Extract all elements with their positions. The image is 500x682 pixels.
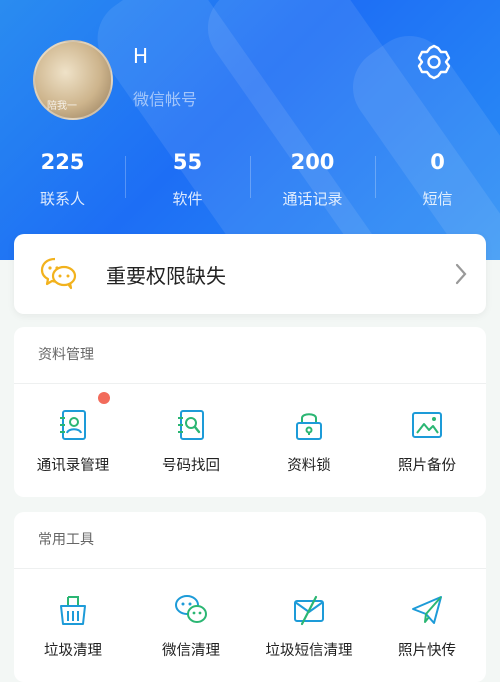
wechat-clean-button[interactable]: 微信清理 <box>132 569 250 660</box>
item-label: 垃圾短信清理 <box>265 643 353 659</box>
stat-apps[interactable]: 55 软件 <box>125 148 250 218</box>
stat-value: 200 <box>290 150 335 174</box>
contact-book-icon <box>60 410 86 440</box>
item-label: 照片备份 <box>398 458 456 474</box>
stat-label: 短信 <box>422 190 453 208</box>
lock-icon <box>296 413 322 440</box>
avatar[interactable]: 陪我一 <box>33 40 113 120</box>
photo-backup-button[interactable]: 照片备份 <box>368 384 486 475</box>
stat-label: 软件 <box>172 190 203 208</box>
number-search-icon <box>178 410 204 440</box>
section-title: 资料管理 <box>14 327 486 384</box>
profile-header: 陪我一 H 微信帐号 225 联系人 55 软件 200 通话记录 0 短信 <box>0 0 500 260</box>
permission-title: 重要权限缺失 <box>106 264 226 288</box>
photo-transfer-button[interactable]: 照片快传 <box>368 569 486 660</box>
paper-plane-icon <box>412 596 442 624</box>
item-label: 通讯录管理 <box>36 458 110 474</box>
number-recovery-button[interactable]: 号码找回 <box>132 384 250 475</box>
stat-sms[interactable]: 0 短信 <box>375 148 500 218</box>
wechat-icon <box>175 595 207 623</box>
data-management-card: 资料管理 通讯录管理 号码找回 资料锁 照片备份 <box>14 327 486 497</box>
chat-warning-icon <box>40 257 77 290</box>
permission-banner[interactable]: 重要权限缺失 <box>14 234 486 314</box>
photo-icon <box>412 412 442 438</box>
username: H <box>133 44 149 68</box>
tools-card: 常用工具 垃圾清理 微信清理 垃圾短信清理 照片快传 <box>14 512 486 682</box>
gear-icon[interactable] <box>414 42 454 82</box>
stat-value: 0 <box>430 150 445 174</box>
item-label: 垃圾清理 <box>44 643 102 659</box>
contacts-manager-button[interactable]: 通讯录管理 <box>14 384 132 475</box>
stat-value: 55 <box>172 150 203 174</box>
stats-row: 225 联系人 55 软件 200 通话记录 0 短信 <box>0 148 500 218</box>
stat-contacts[interactable]: 225 联系人 <box>0 148 125 218</box>
stat-label: 通话记录 <box>282 190 343 208</box>
item-label: 微信清理 <box>162 643 220 659</box>
item-label: 号码找回 <box>162 458 220 474</box>
data-lock-button[interactable]: 资料锁 <box>250 384 368 475</box>
stat-label: 联系人 <box>39 190 85 208</box>
spam-message-icon <box>294 595 324 626</box>
stat-call-log[interactable]: 200 通话记录 <box>250 148 375 218</box>
notification-dot <box>98 392 110 404</box>
item-label: 照片快传 <box>398 643 456 659</box>
avatar-watermark: 陪我一 <box>47 101 77 112</box>
spam-sms-clean-button[interactable]: 垃圾短信清理 <box>250 569 368 660</box>
broom-icon <box>60 596 86 625</box>
junk-clean-button[interactable]: 垃圾清理 <box>14 569 132 660</box>
chevron-right-icon <box>455 263 467 285</box>
account-label[interactable]: 微信帐号 <box>133 86 197 110</box>
section-title: 常用工具 <box>14 512 486 569</box>
stat-value: 225 <box>40 150 85 174</box>
item-label: 资料锁 <box>287 458 331 474</box>
